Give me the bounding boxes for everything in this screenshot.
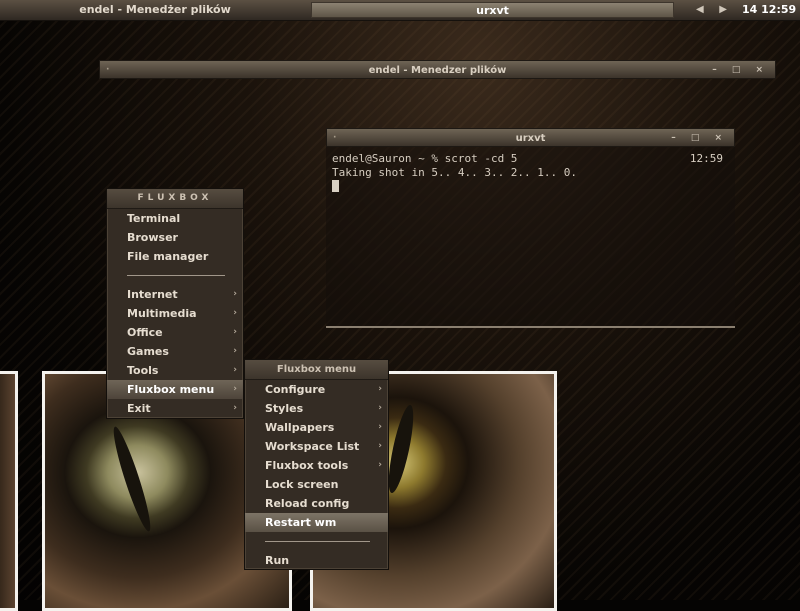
submenu-arrow-icon: › [378,403,382,413]
menu-item-restart-wm[interactable]: Restart wm [245,513,388,532]
next-workspace-icon[interactable]: ▶ [719,4,727,15]
submenu-title: Fluxbox menu [245,360,388,380]
window-controls[interactable]: – □ × [712,61,769,80]
terminal-prompt-line: endel@Sauron ~ % scrot -cd 5 [332,152,518,165]
cat-eye-pupil [108,424,156,534]
window-menu-icon[interactable]: · [333,129,336,148]
menu-separator [245,532,388,551]
menu-item-browser[interactable]: Browser [107,228,243,247]
menu-item-wallpapers[interactable]: Wallpapers › [245,418,388,437]
menu-item-internet[interactable]: Internet › [107,285,243,304]
file-manager-titlebar[interactable]: · endel - Menedzer plików – □ × [99,60,776,79]
menu-item-terminal[interactable]: Terminal [107,209,243,228]
menu-item-multimedia[interactable]: Multimedia › [107,304,243,323]
workspace-switcher: ◀ ▶ [696,2,739,18]
submenu-arrow-icon: › [233,327,237,337]
window-controls[interactable]: – □ × [671,129,728,148]
menu-title: FLUXBOX [107,189,243,209]
file-manager-title: endel - Menedzer plików [368,65,507,76]
submenu-arrow-icon: › [378,441,382,451]
terminal-title: urxvt [515,133,546,144]
menu-item-tools[interactable]: Tools › [107,361,243,380]
menu-item-styles[interactable]: Styles › [245,399,388,418]
menu-item-games[interactable]: Games › [107,342,243,361]
menu-item-configure[interactable]: Configure › [245,380,388,399]
menu-item-fluxbox-tools[interactable]: Fluxbox tools › [245,456,388,475]
desktop-photo-left [0,371,18,611]
terminal-output-line: Taking shot in 5.. 4.. 3.. 2.. 1.. 0. [332,166,578,179]
terminal-cursor-line [332,180,729,194]
submenu-arrow-icon: › [233,289,237,299]
submenu-arrow-icon: › [233,403,237,413]
menu-item-run[interactable]: Run [245,551,388,570]
taskbar-item-file-manager[interactable]: endel - Menedżer plików [0,2,310,18]
menu-item-workspace-list[interactable]: Workspace List › [245,437,388,456]
fluxbox-submenu: Fluxbox menu Configure › Styles › Wallpape… [244,359,389,570]
submenu-arrow-icon: › [233,365,237,375]
fluxbox-root-menu: FLUXBOX Terminal Browser File manager In… [106,188,244,419]
terminal-titlebar[interactable]: · urxvt – □ × [326,128,735,147]
window-menu-icon[interactable]: · [106,61,109,80]
terminal-content[interactable]: endel@Sauron ~ % scrot -cd 5 12:59 Takin… [326,147,735,328]
submenu-arrow-icon: › [378,384,382,394]
submenu-arrow-icon: › [378,460,382,470]
toolbar-clock: 14 12:59 [742,3,797,16]
terminal-prompt-clock: 12:59 [689,152,723,165]
menu-item-fluxbox-menu[interactable]: Fluxbox menu › [107,380,243,399]
fluxbox-toolbar: endel - Menedżer plików urxvt ◀ ▶ 14 12:… [0,0,800,21]
submenu-arrow-icon: › [233,346,237,356]
previous-workspace-icon[interactable]: ◀ [696,4,704,15]
menu-separator [107,266,243,285]
taskbar-item-urxvt[interactable]: urxvt [311,2,674,18]
terminal-cursor [332,180,339,192]
submenu-arrow-icon: › [233,384,237,394]
submenu-arrow-icon: › [378,422,382,432]
menu-item-office[interactable]: Office › [107,323,243,342]
menu-item-file-manager[interactable]: File manager [107,247,243,266]
menu-item-lock-screen[interactable]: Lock screen [245,475,388,494]
menu-item-exit[interactable]: Exit › [107,399,243,418]
menu-item-reload-config[interactable]: Reload config [245,494,388,513]
submenu-arrow-icon: › [233,308,237,318]
